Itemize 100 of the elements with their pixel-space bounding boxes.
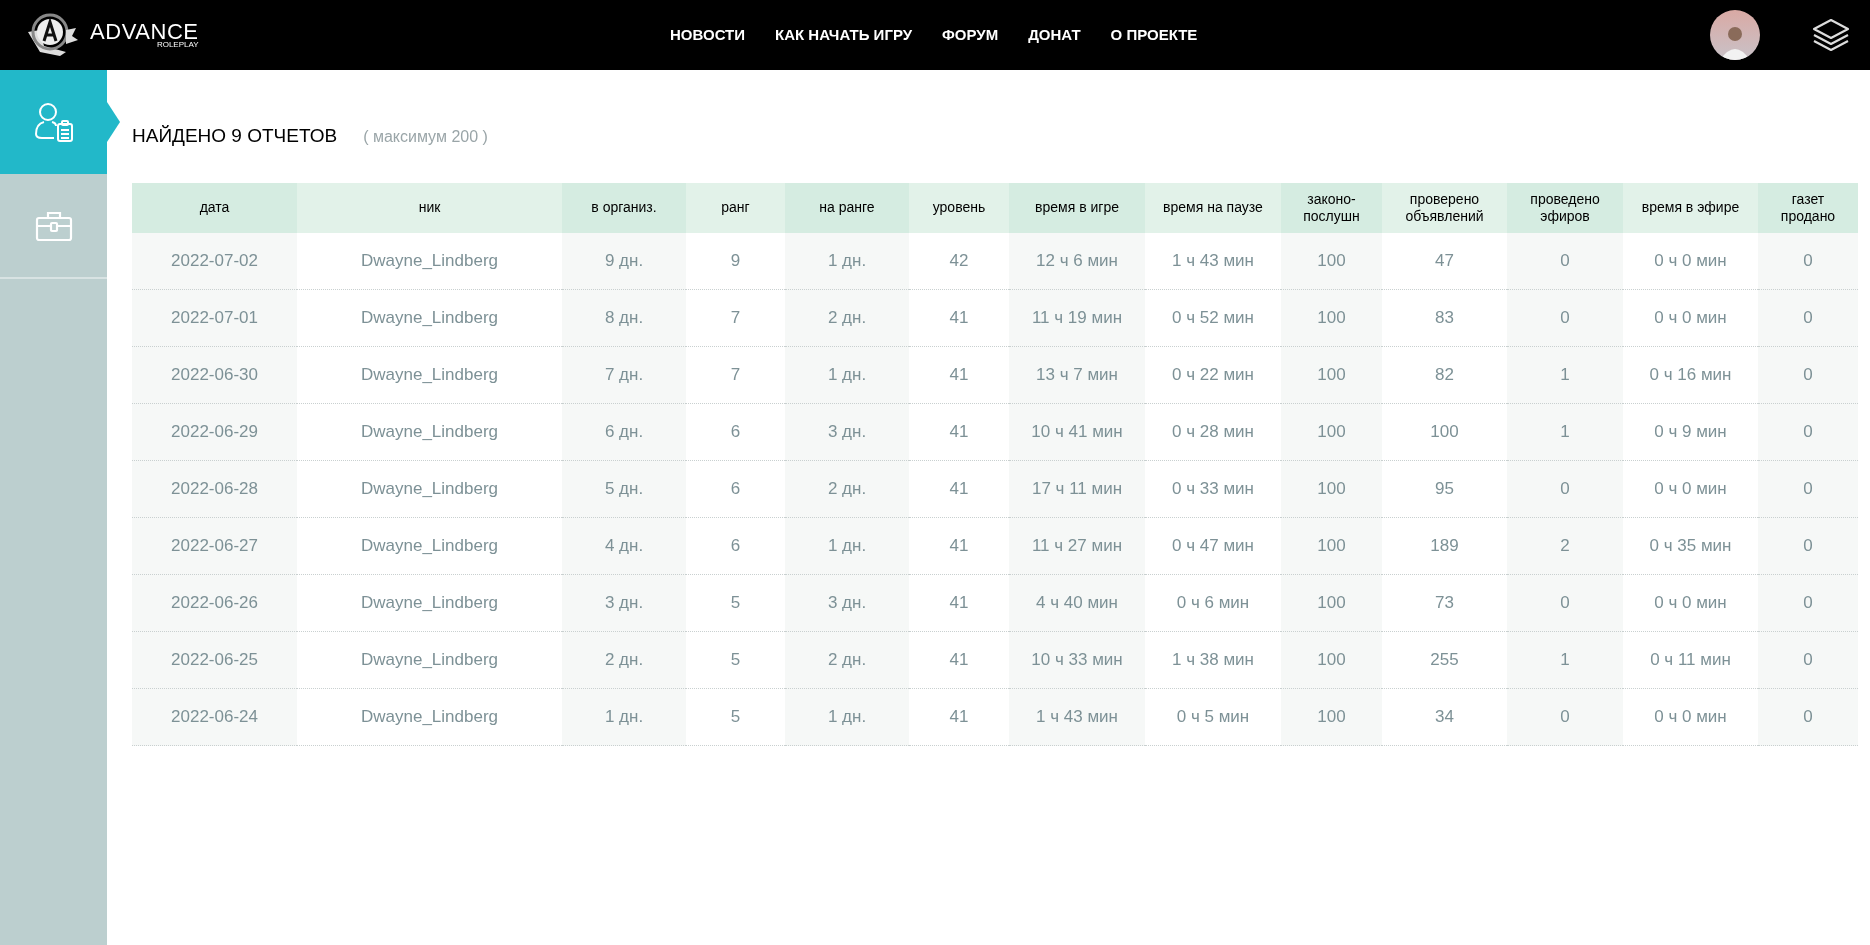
- table-cell: 0: [1758, 631, 1858, 689]
- table-cell: 0: [1758, 688, 1858, 746]
- column-header: газет продано: [1758, 182, 1858, 233]
- table-cell: 95: [1382, 460, 1507, 518]
- table-cell: 100: [1281, 289, 1382, 347]
- table-cell: 6 дн.: [562, 403, 686, 461]
- table-cell: Dwayne_Lindberg: [297, 631, 562, 689]
- table-cell: 100: [1281, 460, 1382, 518]
- table-cell: 7 дн.: [562, 346, 686, 404]
- table-cell: 0: [1507, 460, 1623, 518]
- table-cell: 0 ч 0 мин: [1623, 232, 1758, 290]
- table-cell: 7: [686, 289, 785, 347]
- table-cell: 5: [686, 688, 785, 746]
- table-cell: 11 ч 27 мин: [1009, 517, 1145, 575]
- table-cell: 3 дн.: [785, 403, 909, 461]
- table-cell: 0: [1758, 574, 1858, 632]
- table-cell: 1 ч 38 мин: [1145, 631, 1281, 689]
- table-cell: 1: [1507, 403, 1623, 461]
- table-cell: 2022-06-24: [132, 688, 297, 746]
- table-cell: 189: [1382, 517, 1507, 575]
- table-cell: 0: [1507, 232, 1623, 290]
- table-cell: 100: [1281, 688, 1382, 746]
- table-cell: 41: [909, 403, 1009, 461]
- table-cell: 0: [1507, 289, 1623, 347]
- nav-link[interactable]: ДОНАТ: [1028, 23, 1081, 47]
- table-cell: 2022-06-28: [132, 460, 297, 518]
- table-cell: 0 ч 0 мин: [1623, 289, 1758, 347]
- table-cell: Dwayne_Lindberg: [297, 289, 562, 347]
- table-cell: 0 ч 5 мин: [1145, 688, 1281, 746]
- table-cell: 6: [686, 517, 785, 575]
- table-cell: 8 дн.: [562, 289, 686, 347]
- table-cell: 1 ч 43 мин: [1009, 688, 1145, 746]
- table-cell: 100: [1281, 574, 1382, 632]
- table-cell: 3 дн.: [562, 574, 686, 632]
- table-cell: 0 ч 16 мин: [1623, 346, 1758, 404]
- table-cell: 0 ч 22 мин: [1145, 346, 1281, 404]
- page-title: НАЙДЕНО 9 ОТЧЕТОВ: [132, 124, 338, 148]
- table-cell: 0 ч 47 мин: [1145, 517, 1281, 575]
- nav-link[interactable]: ФОРУМ: [942, 23, 999, 47]
- table-cell: 0: [1758, 232, 1858, 290]
- table-cell: 5 дн.: [562, 460, 686, 518]
- table-cell: Dwayne_Lindberg: [297, 574, 562, 632]
- table-cell: 41: [909, 517, 1009, 575]
- table-cell: 13 ч 7 мин: [1009, 346, 1145, 404]
- table-cell: 2022-06-29: [132, 403, 297, 461]
- nav-link[interactable]: НОВОСТИ: [670, 23, 746, 47]
- table-cell: Dwayne_Lindberg: [297, 232, 562, 290]
- table-cell: 0: [1758, 346, 1858, 404]
- table-cell: 100: [1382, 403, 1507, 461]
- table-cell: 41: [909, 688, 1009, 746]
- table-cell: 6: [686, 403, 785, 461]
- table-cell: 0: [1507, 688, 1623, 746]
- table-cell: 1 дн.: [785, 517, 909, 575]
- table-cell: Dwayne_Lindberg: [297, 517, 562, 575]
- table-cell: 3 дн.: [785, 574, 909, 632]
- table-cell: 100: [1281, 517, 1382, 575]
- table-cell: 0 ч 9 мин: [1623, 403, 1758, 461]
- table-cell: 255: [1382, 631, 1507, 689]
- table-cell: 4 ч 40 мин: [1009, 574, 1145, 632]
- table-cell: 0 ч 52 мин: [1145, 289, 1281, 347]
- table-cell: 9 дн.: [562, 232, 686, 290]
- table-cell: 100: [1281, 631, 1382, 689]
- table-cell: 2: [1507, 517, 1623, 575]
- table-cell: 1 дн.: [562, 688, 686, 746]
- table-cell: 100: [1281, 232, 1382, 290]
- max-note: ( максимум 200 ): [363, 127, 488, 147]
- table-cell: 10 ч 33 мин: [1009, 631, 1145, 689]
- table-cell: 2022-06-26: [132, 574, 297, 632]
- logo-subtitle: ROLEPLAY: [156, 41, 199, 49]
- table-cell: 2022-06-30: [132, 346, 297, 404]
- nav-link[interactable]: КАК НАЧАТЬ ИГРУ: [775, 23, 913, 47]
- table-cell: 10 ч 41 мин: [1009, 403, 1145, 461]
- table-cell: 0 ч 35 мин: [1623, 517, 1758, 575]
- table-cell: 2022-07-01: [132, 289, 297, 347]
- table-cell: 1 дн.: [785, 232, 909, 290]
- column-header: уровень: [909, 182, 1009, 233]
- table-cell: 100: [1281, 346, 1382, 404]
- table-cell: 1: [1507, 631, 1623, 689]
- column-header: на ранге: [785, 182, 909, 233]
- table-cell: 0: [1758, 517, 1858, 575]
- table-cell: 11 ч 19 мин: [1009, 289, 1145, 347]
- table-cell: 82: [1382, 346, 1507, 404]
- table-cell: 5: [686, 574, 785, 632]
- table-cell: 0 ч 6 мин: [1145, 574, 1281, 632]
- nav-link[interactable]: О ПРОЕКТЕ: [1110, 23, 1198, 47]
- table-cell: 2 дн.: [562, 631, 686, 689]
- table-cell: Dwayne_Lindberg: [297, 460, 562, 518]
- layers-icon[interactable]: [1812, 18, 1850, 52]
- avatar[interactable]: [1710, 10, 1760, 60]
- table-cell: Dwayne_Lindberg: [297, 403, 562, 461]
- table-cell: 0 ч 28 мин: [1145, 403, 1281, 461]
- table-cell: 2022-06-27: [132, 517, 297, 575]
- column-header: время в игре: [1009, 182, 1145, 233]
- table-cell: 0: [1758, 289, 1858, 347]
- table-cell: 41: [909, 289, 1009, 347]
- table-cell: 0 ч 0 мин: [1623, 460, 1758, 518]
- table-cell: 41: [909, 460, 1009, 518]
- column-header: время в эфире: [1623, 182, 1758, 233]
- table-cell: 83: [1382, 289, 1507, 347]
- table-cell: 1: [1507, 346, 1623, 404]
